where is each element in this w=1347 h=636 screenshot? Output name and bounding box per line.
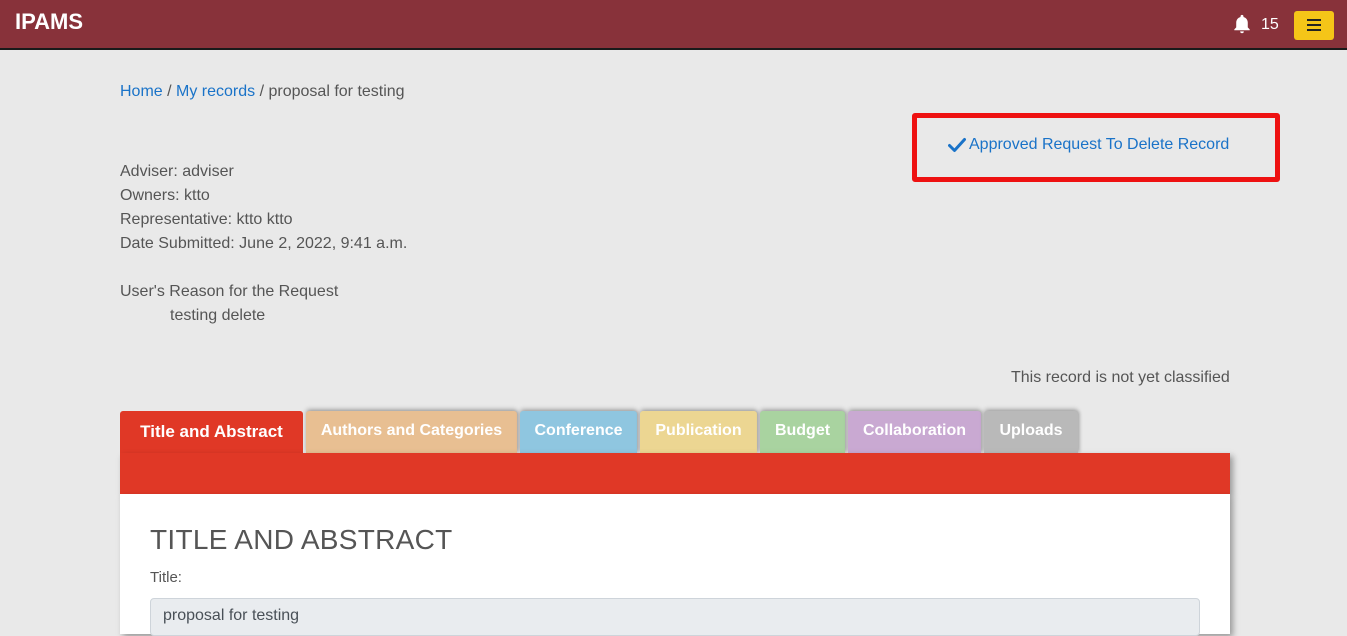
top-navbar: IPAMS 15 <box>0 0 1347 50</box>
tab-conference[interactable]: Conference <box>520 411 637 453</box>
hamburger-icon-line <box>1307 24 1321 26</box>
tab-authors-and-categories[interactable]: Authors and Categories <box>306 411 517 453</box>
panel-heading: TITLE AND ABSTRACT <box>150 524 453 555</box>
date-submitted-text: Date Submitted: June 2, 2022, 9:41 a.m. <box>120 235 408 252</box>
bell-icon[interactable] <box>1231 13 1253 35</box>
breadcrumb-separator: / <box>162 83 177 100</box>
title-field[interactable]: proposal for testing <box>150 598 1200 636</box>
breadcrumb-my-records-link[interactable]: My records <box>176 83 255 100</box>
reason-text: testing delete <box>170 307 266 324</box>
checkmark-icon <box>948 138 966 152</box>
record-info: Adviser: adviser Owners: ktto Representa… <box>120 160 407 256</box>
app-brand[interactable]: IPAMS <box>15 9 83 35</box>
title-abstract-panel: TITLE AND ABSTRACT Title: proposal for t… <box>120 494 1230 636</box>
hamburger-icon-line <box>1307 19 1321 21</box>
breadcrumb: Home / My records / proposal for testing <box>120 83 405 101</box>
tab-uploads[interactable]: Uploads <box>984 411 1078 453</box>
representative-text: Representative: ktto ktto <box>120 211 293 228</box>
tab-publication[interactable]: Publication <box>640 411 757 453</box>
hamburger-menu-button[interactable] <box>1294 11 1334 40</box>
notification-count[interactable]: 15 <box>1261 16 1279 34</box>
title-field-label: Title: <box>150 569 182 586</box>
breadcrumb-separator: / <box>255 83 269 100</box>
tab-budget[interactable]: Budget <box>760 411 845 453</box>
tab-collaboration[interactable]: Collaboration <box>848 411 981 453</box>
owners-text: Owners: ktto <box>120 187 210 204</box>
active-tab-band <box>120 453 1230 494</box>
breadcrumb-current: proposal for testing <box>268 83 405 100</box>
adviser-text: Adviser: adviser <box>120 163 234 180</box>
hamburger-icon-line <box>1307 29 1321 31</box>
approved-delete-request-label: Approved Request To Delete Record <box>969 136 1230 153</box>
breadcrumb-home-link[interactable]: Home <box>120 83 163 100</box>
reason-heading: User's Reason for the Request <box>120 283 339 300</box>
tab-title-and-abstract[interactable]: Title and Abstract <box>120 411 303 455</box>
classification-status: This record is not yet classified <box>1011 369 1230 386</box>
request-reason: User's Reason for the Request testing de… <box>120 280 338 328</box>
approved-delete-request-link[interactable]: Approved Request To Delete Record <box>948 136 1229 154</box>
